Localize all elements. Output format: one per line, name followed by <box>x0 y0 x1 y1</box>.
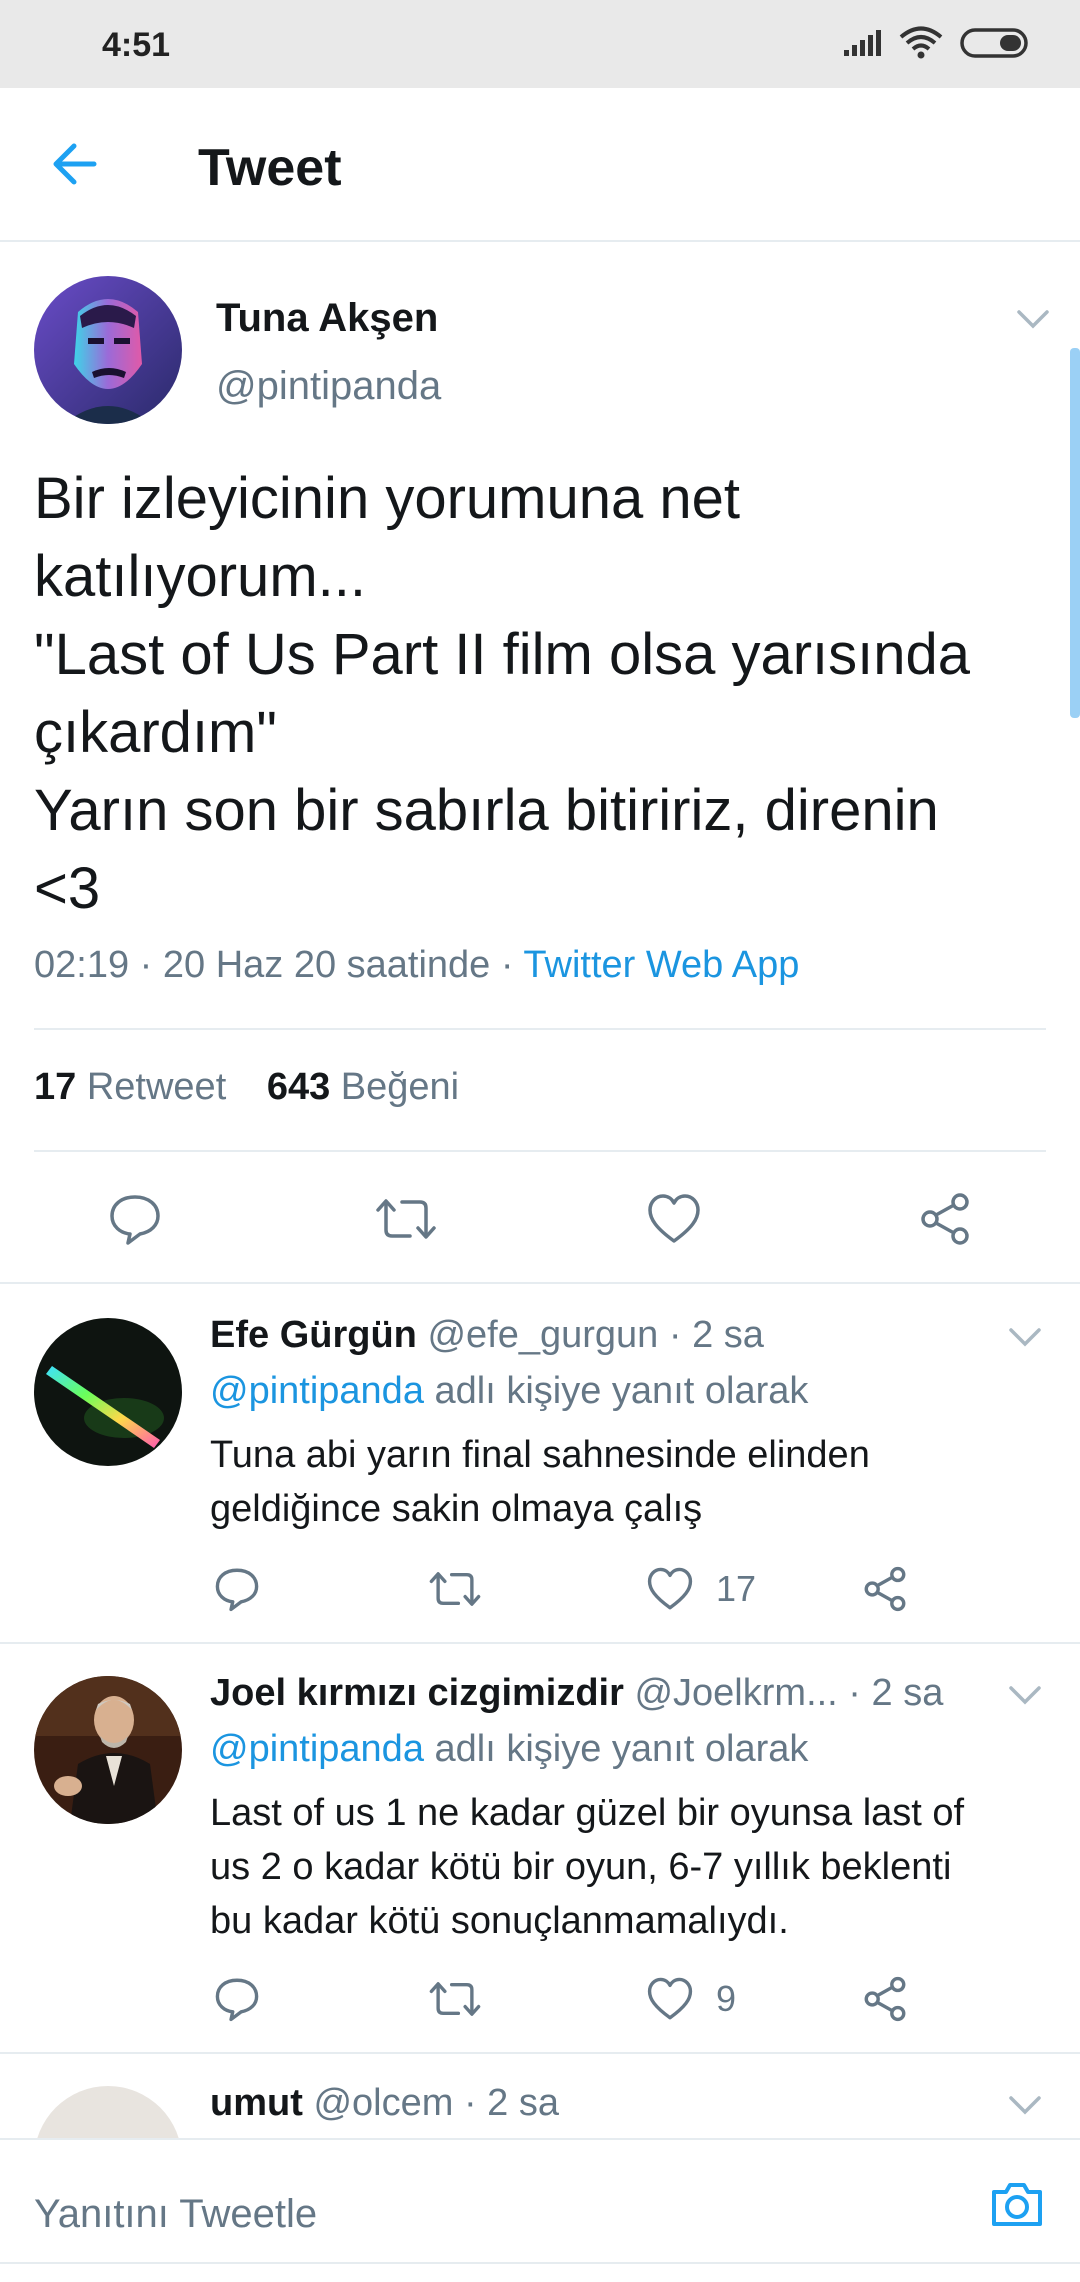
retweet-stat[interactable]: 17 Retweet <box>34 1066 226 1108</box>
chevron-down-icon[interactable] <box>1008 1326 1042 1348</box>
like-count: 17 <box>716 1568 757 1609</box>
chevron-down-icon[interactable] <box>1016 308 1050 330</box>
reply-icon[interactable] <box>108 1192 162 1246</box>
reply-avatar[interactable] <box>34 1318 182 1466</box>
reply-text-line: Last of us 1 ne kadar güzel bir oyunsa l… <box>210 1792 965 1834</box>
reply-icon[interactable] <box>214 1566 260 1612</box>
like-icon <box>647 1567 693 1610</box>
status-time: 4:51 <box>102 26 171 64</box>
scroll-indicator[interactable] <box>1070 348 1080 718</box>
like-action[interactable]: 9 <box>646 1976 736 2022</box>
share-icon[interactable] <box>862 1976 908 2022</box>
reply-author-handle[interactable]: @olcem <box>313 2082 453 2124</box>
like-stat[interactable]: 643 Beğeni <box>267 1066 459 1108</box>
reply-author-name[interactable]: umut <box>210 2082 303 2124</box>
camera-icon[interactable] <box>988 2176 1046 2234</box>
tweet-meta: 02:19 · 20 Haz 20 saatinde · Twitter Web… <box>34 944 799 987</box>
reply-time: · 2 sa <box>658 1314 764 1356</box>
retweet-icon[interactable] <box>428 1976 482 2022</box>
like-icon[interactable] <box>646 1192 702 1246</box>
tweet-text-line: katılıyorum... <box>34 544 366 609</box>
composer-divider <box>0 2262 1080 2264</box>
reply-icon[interactable] <box>214 1976 260 2022</box>
status-icons <box>842 26 1032 60</box>
divider <box>0 1282 1080 1284</box>
replying-to: @pintipanda adlı kişiye yanıt olarak <box>210 1728 808 1771</box>
reply-header: umut @olcem · 2 sa <box>210 2082 559 2125</box>
page-title: Tweet <box>198 139 342 197</box>
reply-text: Tuna abi yarın final sahnesinde elinden … <box>210 1428 870 1536</box>
reply-author-handle[interactable]: @efe_gurgun <box>427 1314 658 1356</box>
like-count: 643 <box>266 1066 331 1108</box>
reply-text-line: bu kadar kötü sonuçlanmamalıydı. <box>210 1900 789 1942</box>
like-label: Beğeni <box>340 1066 460 1108</box>
reply-header: Joel kırmızı cizgimizdir @Joelkrm... · 2… <box>210 1672 943 1715</box>
divider <box>0 1642 1080 1644</box>
divider <box>34 1028 1046 1030</box>
reply-to-handle[interactable]: @pintipanda <box>210 1370 424 1412</box>
app-header: Tweet <box>0 88 1080 242</box>
tweet-text-line: çıkardım" <box>34 700 277 765</box>
tweet-text-line: Yarın son bir sabırla bitiririz, direnin <box>34 778 939 843</box>
tweet-text-line: Bir izleyicinin yorumuna net <box>34 466 740 531</box>
tweet-time: 02:19 · 20 Haz 20 saatinde · <box>34 944 524 986</box>
wifi-icon <box>899 26 943 59</box>
reply-composer[interactable]: Yanıtını Tweetle <box>0 2138 1080 2282</box>
tweet-source-link[interactable]: Twitter Web App <box>523 944 799 986</box>
chevron-down-icon[interactable] <box>1008 1684 1042 1706</box>
retweet-count: 17 <box>34 1066 77 1108</box>
share-icon[interactable] <box>862 1566 908 1612</box>
divider <box>0 2052 1080 2054</box>
reply-text: Last of us 1 ne kadar güzel bir oyunsa l… <box>210 1786 964 1948</box>
chevron-down-icon[interactable] <box>1008 2094 1042 2116</box>
reply-to-suffix: adlı kişiye yanıt olarak <box>423 1728 809 1770</box>
tweet-text: Bir izleyicinin yorumuna net katılıyorum… <box>34 460 1034 928</box>
author-avatar[interactable] <box>34 276 182 424</box>
replying-to: @pintipanda adlı kişiye yanıt olarak <box>210 1370 808 1413</box>
like-action[interactable]: 17 <box>646 1566 756 1612</box>
like-icon <box>647 1977 693 2020</box>
share-icon[interactable] <box>918 1192 972 1246</box>
reply-author-handle[interactable]: @Joelkrm... <box>634 1672 837 1714</box>
divider <box>34 1150 1046 1152</box>
battery-icon <box>960 28 1028 58</box>
reply-to-handle[interactable]: @pintipanda <box>210 1728 424 1770</box>
retweet-icon[interactable] <box>374 1192 438 1246</box>
tweet-text-line: "Last of Us Part II film olsa yarısında <box>34 622 971 687</box>
reply-input[interactable]: Yanıtını Tweetle <box>34 2192 317 2237</box>
reply-header: Efe Gürgün @efe_gurgun · 2 sa <box>210 1314 764 1357</box>
tweet-text-line: <3 <box>34 856 101 921</box>
signal-icon <box>844 30 881 56</box>
retweet-icon[interactable] <box>428 1566 482 1612</box>
reply-text-line: geldiğince sakin olmaya çalış <box>210 1488 703 1530</box>
reply-author-name[interactable]: Efe Gürgün <box>210 1314 417 1356</box>
reply-to-suffix: adlı kişiye yanıt olarak <box>423 1370 809 1412</box>
reply-author-name[interactable]: Joel kırmızı cizgimizdir <box>210 1672 624 1714</box>
status-bar: 4:51 <box>0 0 1080 88</box>
author-name[interactable]: Tuna Akşen <box>216 296 438 341</box>
like-count: 9 <box>716 1978 737 2019</box>
retweet-label: Retweet <box>86 1066 227 1108</box>
tweet-stats: 17 Retweet 643 Beğeni <box>34 1066 459 1109</box>
reply-time: · 2 sa <box>837 1672 944 1714</box>
reply-avatar[interactable] <box>34 1676 182 1824</box>
reply-text-line: us 2 o kadar kötü bir oyun, 6-7 yıllık b… <box>210 1846 952 1888</box>
reply-text-line: Tuna abi yarın final sahnesinde elinden <box>210 1434 870 1476</box>
reply-time: · 2 sa <box>453 2082 559 2124</box>
author-handle[interactable]: @pintipanda <box>216 364 441 409</box>
arrow-left-icon[interactable] <box>44 132 108 196</box>
